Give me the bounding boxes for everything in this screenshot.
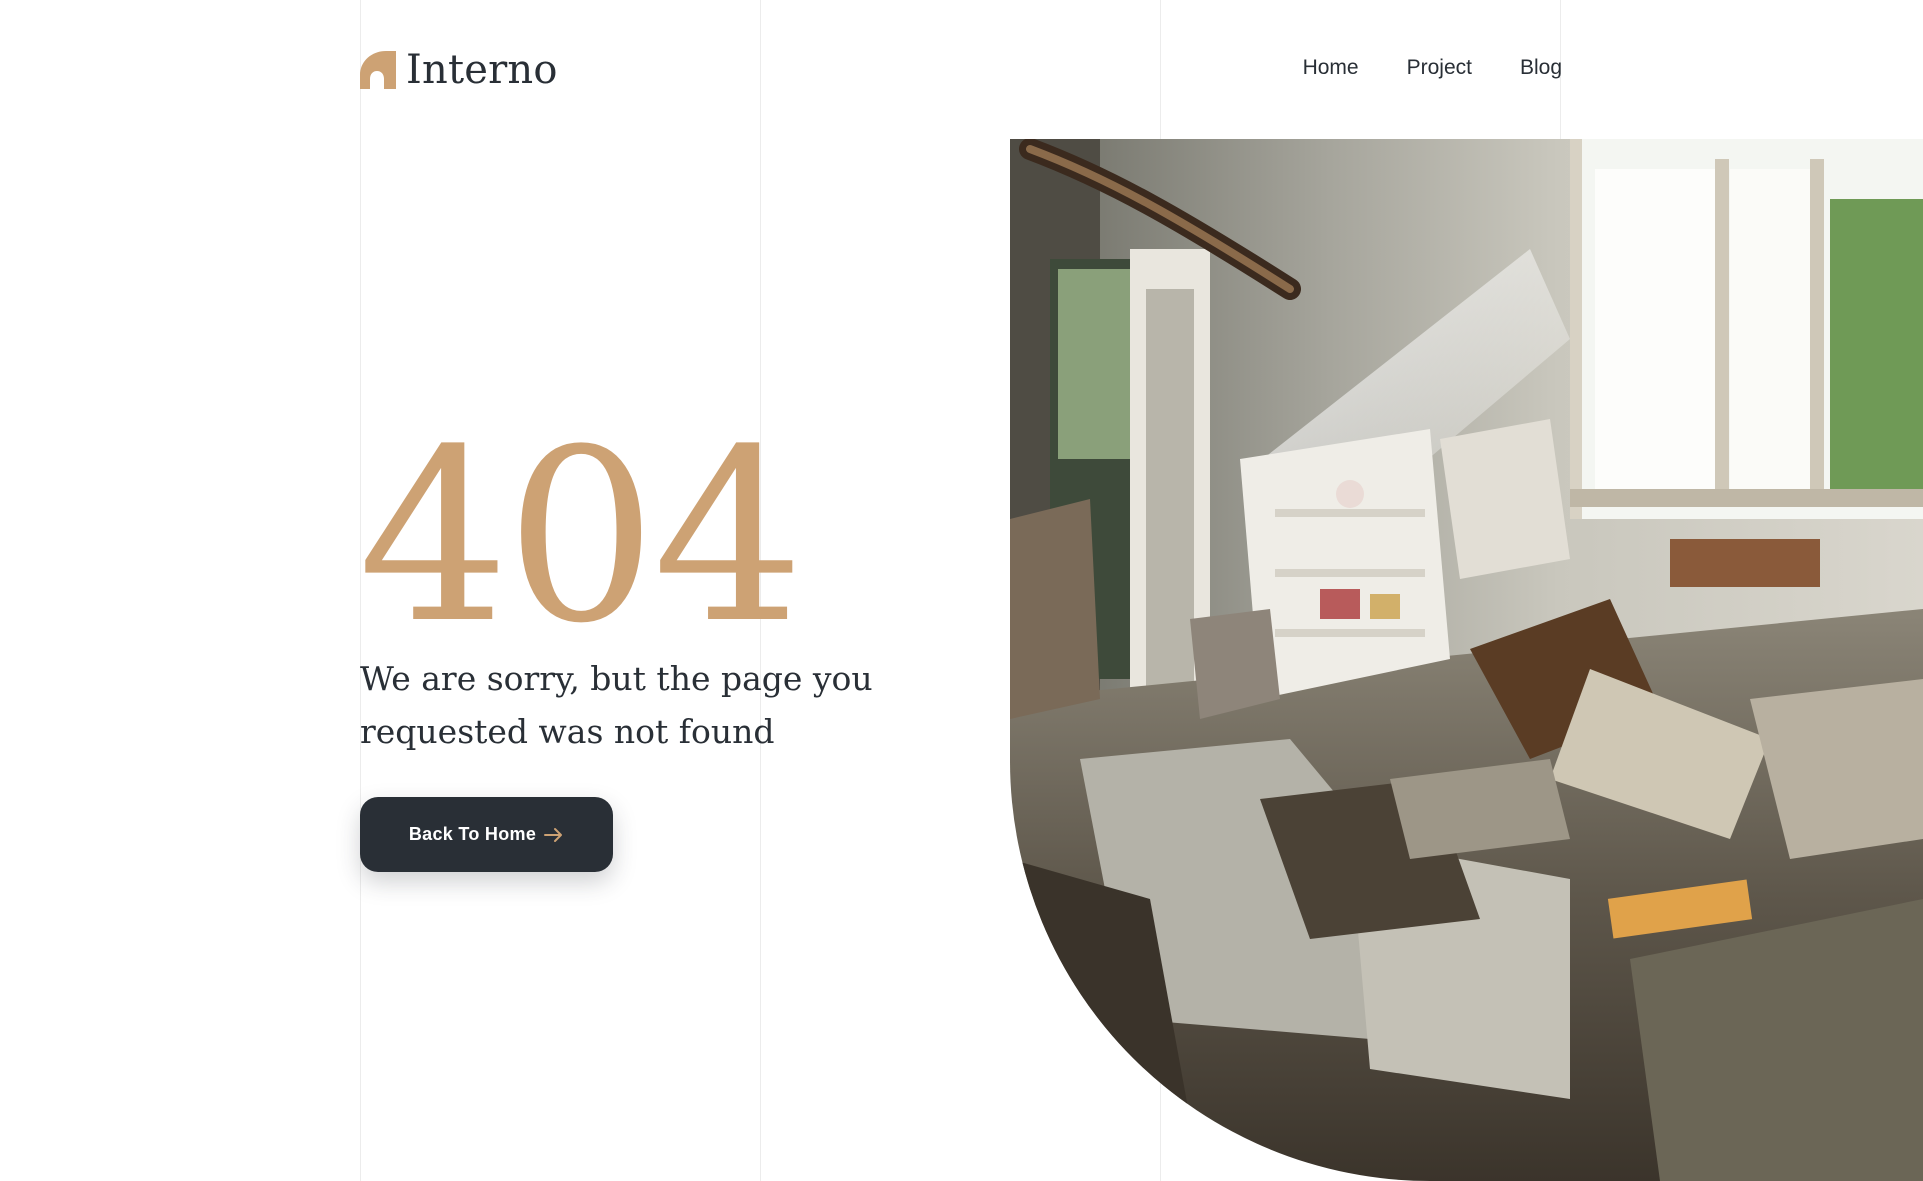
arrow-right-icon bbox=[544, 827, 563, 842]
photo-illustration bbox=[1010, 139, 1923, 1181]
back-to-home-button[interactable]: Back To Home bbox=[360, 797, 613, 872]
logo-link[interactable]: Interno bbox=[360, 48, 558, 92]
nav-home-link[interactable]: Home bbox=[1303, 54, 1359, 82]
abandoned-room-photo bbox=[1010, 139, 1923, 1181]
nav-blog-link[interactable]: Blog bbox=[1520, 54, 1562, 82]
error-code-heading: 404 bbox=[358, 399, 804, 676]
nav-project-link[interactable]: Project bbox=[1407, 54, 1472, 82]
error-message: We are sorry, but the page you requested… bbox=[360, 659, 873, 751]
logo-icon bbox=[360, 51, 396, 89]
back-to-home-label: Back To Home bbox=[408, 824, 537, 844]
brand-name: Interno bbox=[406, 47, 558, 93]
main-nav: Home Project Blog bbox=[1303, 54, 1562, 82]
site-header: Interno Home Project Blog bbox=[360, 48, 1562, 92]
